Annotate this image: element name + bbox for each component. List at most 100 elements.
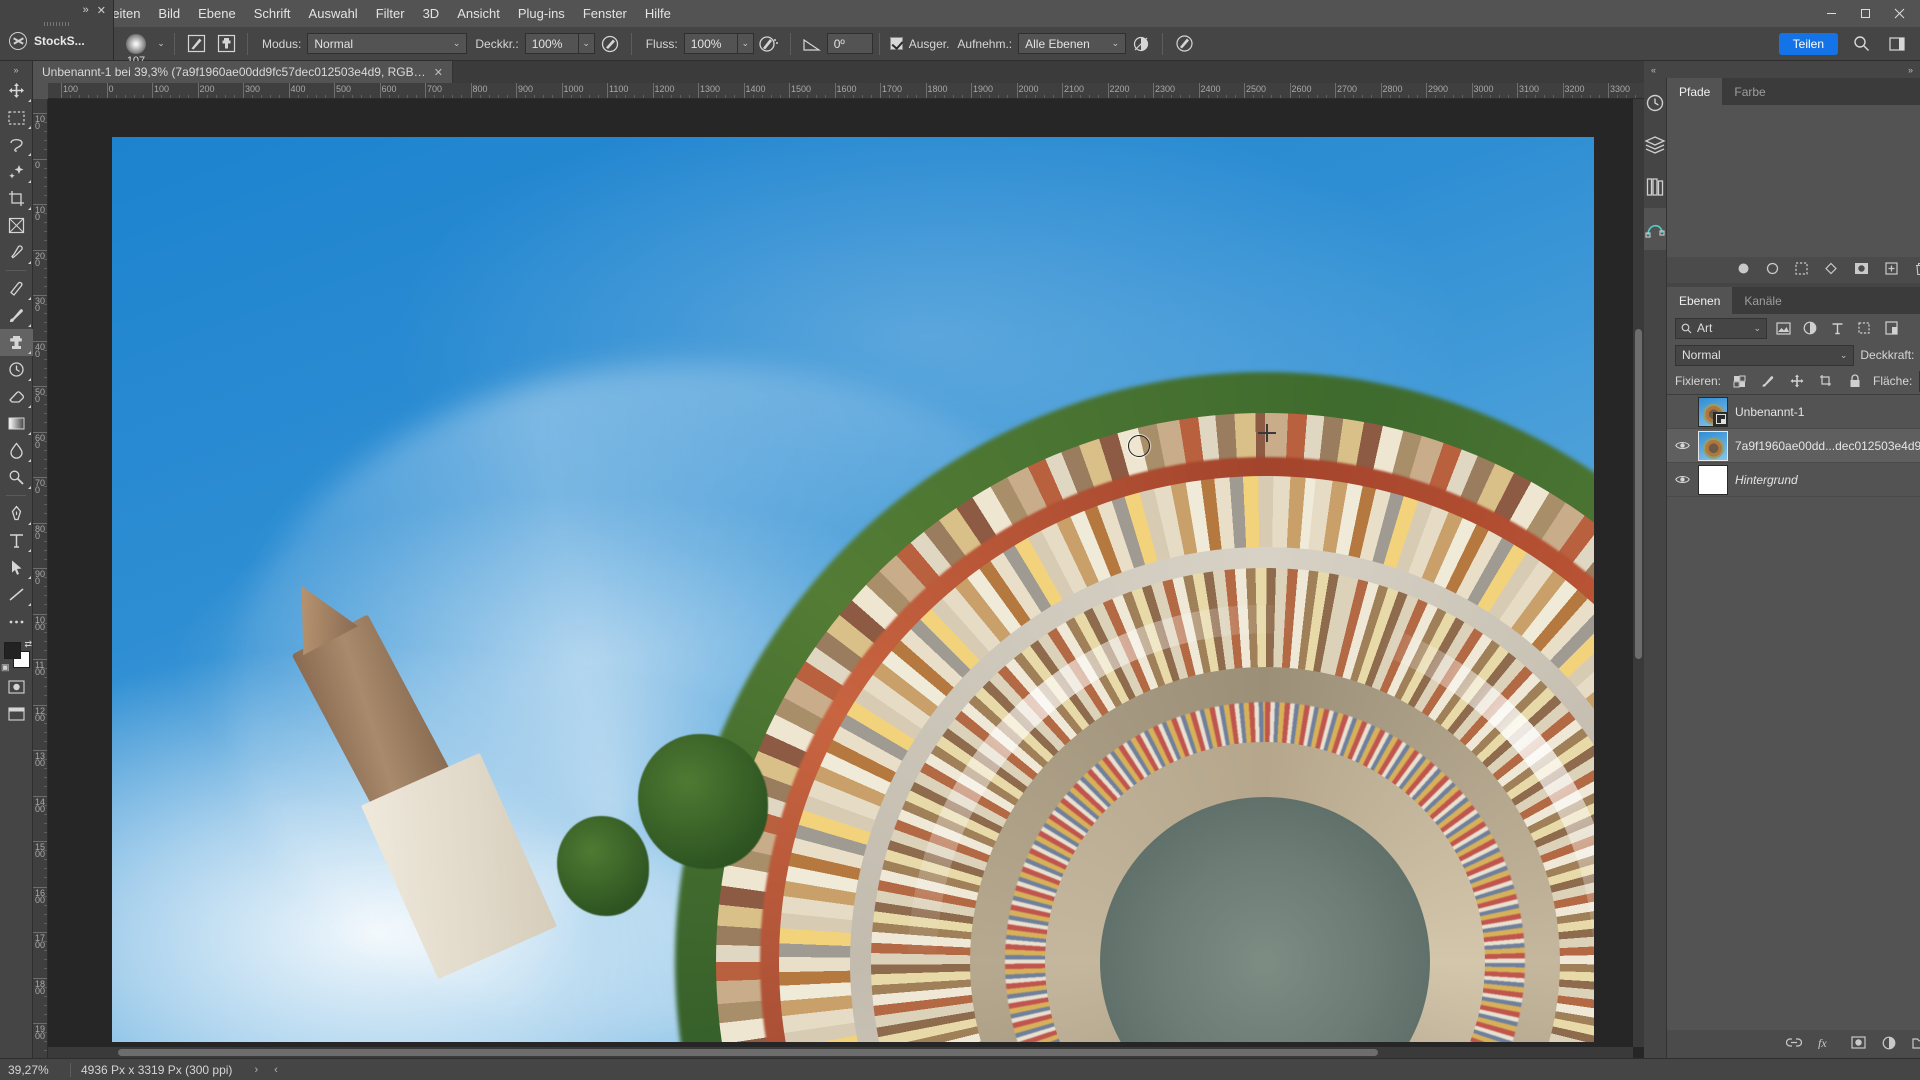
layer-thumbnail[interactable] — [1698, 396, 1728, 427]
flow-control[interactable]: 100% ⌄ — [683, 33, 754, 54]
brush-angle-value[interactable]: 0º — [826, 33, 873, 54]
layer-row-7a9f1960[interactable]: 7a9f1960ae00dd...dec012503e4d9 — [1667, 429, 1920, 463]
document-dimensions[interactable]: 4936 Px x 3319 Px (300 ppi) — [81, 1063, 232, 1077]
lock-all-icon[interactable] — [1844, 371, 1866, 392]
aligned-checkbox[interactable] — [889, 37, 903, 50]
next-icon[interactable]: › — [254, 1064, 258, 1076]
tab-pfade[interactable]: Pfade — [1667, 78, 1723, 105]
blend-mode-select[interactable]: Normal ⌄ — [307, 33, 468, 54]
pressure-opacity-toggle-icon[interactable] — [595, 30, 625, 58]
tool-brush[interactable] — [0, 302, 33, 329]
shape-filter-icon[interactable] — [1853, 318, 1875, 339]
airbrush-toggle-icon[interactable] — [754, 30, 784, 58]
layer-visibility-toggle[interactable] — [1673, 474, 1691, 485]
tab-farbe[interactable]: Farbe — [1722, 78, 1777, 105]
layers-list[interactable]: Unbenannt-1 7a9f1960ae00dd...dec012503e4… — [1667, 394, 1920, 1030]
expand-icon[interactable]: » — [83, 4, 89, 16]
lock-position-icon[interactable] — [1786, 371, 1808, 392]
tool-move[interactable] — [0, 77, 33, 104]
canvas-horizontal-scrollbar[interactable] — [48, 1047, 1633, 1058]
document-tab[interactable]: Unbenannt-1 bei 39,3% (7a9f1960ae00dd9fc… — [33, 61, 453, 83]
tool-clone-stamp[interactable] — [0, 329, 33, 356]
search-icon[interactable] — [1848, 31, 1874, 57]
type-filter-icon[interactable] — [1826, 318, 1848, 339]
link-layers-icon[interactable] — [1786, 1037, 1803, 1051]
tool-type[interactable] — [0, 527, 33, 554]
share-button[interactable]: Teilen — [1778, 32, 1838, 55]
foreground-color-swatch[interactable] — [4, 642, 21, 659]
tool-path-selection[interactable] — [0, 554, 33, 581]
prev-icon[interactable]: ‹ — [274, 1064, 278, 1076]
menu-ebene[interactable]: Ebene — [189, 0, 245, 27]
scrollbar-thumb[interactable] — [118, 1049, 1378, 1056]
menu-ansicht[interactable]: Ansicht — [448, 0, 509, 27]
paths-icon[interactable] — [1644, 208, 1666, 250]
canvas-vertical-scrollbar[interactable] — [1633, 99, 1644, 1047]
close-icon[interactable]: ✕ — [97, 4, 106, 17]
add-layer-mask-icon[interactable] — [1851, 1036, 1866, 1052]
screen-mode-icon[interactable] — [0, 700, 33, 727]
toolbar-expand-icon[interactable]: » — [0, 63, 32, 77]
close-icon[interactable] — [1882, 0, 1916, 27]
collapse-right-icon[interactable]: » — [1908, 65, 1913, 75]
delete-path-icon[interactable] — [1914, 262, 1920, 279]
color-swatches[interactable]: ⇄ ▣ — [0, 639, 33, 673]
vertical-ruler[interactable]: 100 0 100 200 300 400 500 600 700 800 900 1000 1100 1… — [33, 99, 48, 1058]
brush-preset-picker[interactable]: 107 — [118, 29, 154, 67]
horizontal-ruler[interactable]: 100 0 100 200 300 400 500 600 700 800 900 1000 1100 1… — [48, 83, 1644, 99]
lock-image-pixels-icon[interactable] — [1757, 371, 1779, 392]
menu-filter[interactable]: Filter — [367, 0, 414, 27]
menu-fenster[interactable]: Fenster — [574, 0, 636, 27]
scrollbar-thumb[interactable] — [1635, 329, 1642, 659]
canvas-area[interactable] — [48, 99, 1644, 1058]
flow-value[interactable]: 100% — [683, 33, 738, 54]
minimize-icon[interactable] — [1814, 0, 1848, 27]
pixel-filter-icon[interactable] — [1772, 318, 1794, 339]
sample-select[interactable]: Alle Ebenen ⌄ — [1018, 33, 1127, 54]
menu-bild[interactable]: Bild — [149, 0, 189, 27]
layer-thumbnail[interactable] — [1698, 464, 1728, 495]
document-artboard[interactable] — [112, 137, 1594, 1042]
tab-kanaele[interactable]: Kanäle — [1732, 287, 1793, 314]
stock-popover-item[interactable]: StockS... — [0, 28, 113, 54]
tool-object-selection[interactable] — [0, 158, 33, 185]
stroke-path-icon[interactable] — [1766, 262, 1779, 278]
new-group-icon[interactable] — [1912, 1037, 1920, 1052]
brush-settings-panel-icon[interactable] — [181, 30, 211, 58]
new-path-icon[interactable] — [1885, 262, 1898, 278]
add-mask-icon[interactable] — [1854, 262, 1869, 278]
default-colors-icon[interactable]: ▣ — [1, 662, 10, 673]
tool-frame[interactable] — [0, 212, 33, 239]
tool-line-shape[interactable] — [0, 581, 33, 608]
zoom-level[interactable]: 39,27% — [0, 1063, 60, 1077]
brush-angle-icon[interactable] — [797, 30, 827, 58]
quick-mask-mode-icon[interactable] — [0, 673, 33, 700]
menu-3d[interactable]: 3D — [414, 0, 449, 27]
fill-path-icon[interactable] — [1737, 262, 1750, 278]
smartobject-filter-icon[interactable] — [1880, 318, 1902, 339]
tool-spot-healing-brush[interactable] — [0, 275, 33, 302]
load-selection-icon[interactable] — [1795, 262, 1808, 278]
menu-plugins[interactable]: Plug-ins — [509, 0, 574, 27]
aligned-checkbox-group[interactable]: Ausger. — [889, 37, 949, 51]
brush-preset-chevron-down-icon[interactable]: ⌄ — [154, 38, 168, 49]
tool-pen[interactable] — [0, 500, 33, 527]
tablet-pressure-size-icon[interactable] — [1169, 30, 1199, 58]
menu-schrift[interactable]: Schrift — [245, 0, 300, 27]
menu-auswahl[interactable]: Auswahl — [300, 0, 367, 27]
tab-ebenen[interactable]: Ebenen — [1667, 287, 1733, 314]
libraries-icon[interactable] — [1644, 166, 1666, 208]
opacity-control[interactable]: 100% ⌄ — [524, 33, 595, 54]
history-icon[interactable] — [1644, 82, 1666, 124]
tool-blur[interactable] — [0, 437, 33, 464]
tool-history-brush[interactable] — [0, 356, 33, 383]
drag-handle[interactable] — [0, 20, 113, 28]
workspace-switcher-icon[interactable] — [1884, 31, 1910, 57]
ignore-adjustment-layers-icon[interactable] — [1126, 30, 1156, 58]
layer-comps-icon[interactable] — [1644, 124, 1666, 166]
collapse-left-icon[interactable]: « — [1651, 65, 1656, 75]
swap-colors-icon[interactable]: ⇄ — [24, 639, 32, 650]
tool-dodge[interactable] — [0, 464, 33, 491]
opacity-value[interactable]: 100% — [524, 33, 579, 54]
tool-gradient[interactable] — [0, 410, 33, 437]
